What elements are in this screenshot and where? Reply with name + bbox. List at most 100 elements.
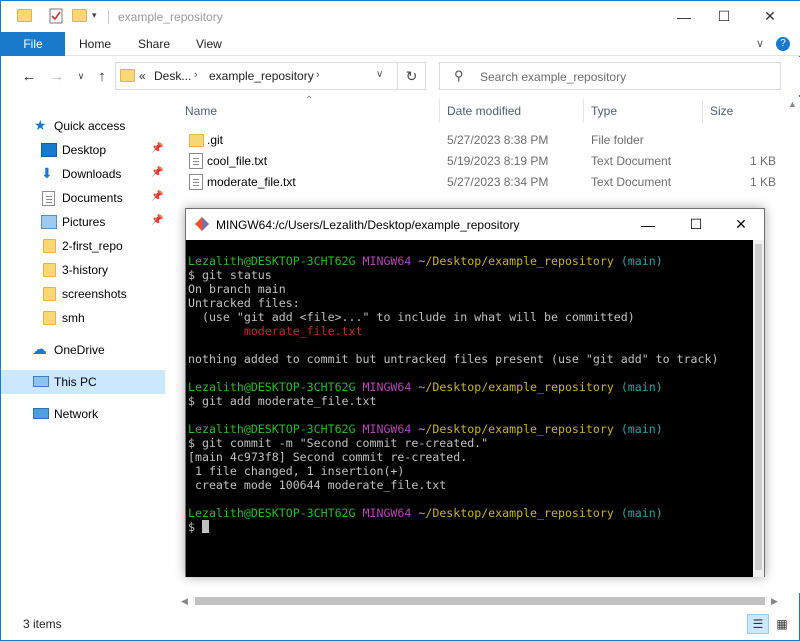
prompt-env: MINGW64 bbox=[362, 506, 412, 520]
sidebar-item-3-history[interactable]: 3-history bbox=[1, 258, 165, 282]
sidebar-item-onedrive[interactable]: ☁ OneDrive bbox=[1, 338, 165, 362]
sidebar-item-downloads[interactable]: ⬇ Downloads 📌 bbox=[1, 162, 165, 186]
file-row-moderate-file[interactable]: moderate_file.txt 5/27/2023 8:34 PM Text… bbox=[177, 171, 800, 192]
sidebar-item-this-pc[interactable]: This PC bbox=[1, 370, 165, 394]
prompt-branch: (main) bbox=[620, 422, 663, 436]
scroll-left-icon[interactable]: ◀ bbox=[181, 596, 188, 607]
chevron-down-icon[interactable]: ∨ bbox=[376, 69, 383, 80]
file-type: Text Document bbox=[591, 175, 672, 189]
window-title: example_repository bbox=[118, 10, 223, 24]
new-folder-icon[interactable] bbox=[72, 9, 87, 22]
sidebar-item-pictures[interactable]: Pictures 📌 bbox=[1, 210, 165, 234]
expand-ribbon-icon[interactable]: ∨ bbox=[756, 37, 764, 50]
pin-icon[interactable]: 📌 bbox=[151, 143, 163, 154]
forward-button[interactable]: → bbox=[47, 66, 67, 86]
scroll-up-icon[interactable]: ▲ bbox=[788, 99, 797, 109]
sidebar-item-label: Desktop bbox=[62, 143, 107, 157]
git-bash-terminal-window[interactable]: MINGW64:/c/Users/Lezalith/Desktop/exampl… bbox=[185, 208, 765, 577]
file-row-cool-file[interactable]: cool_file.txt 5/19/2023 8:19 PM Text Doc… bbox=[177, 150, 800, 171]
status-bar: 3 items ☰ ▦ bbox=[1, 610, 800, 640]
breadcrumb-overflow[interactable]: « bbox=[139, 69, 146, 83]
prompt-branch: (main) bbox=[620, 506, 663, 520]
sidebar-item-2-first-repo[interactable]: 2-first_repo bbox=[1, 234, 165, 258]
output-line: nothing added to commit but untracked fi… bbox=[188, 352, 719, 366]
sidebar-item-label: screenshots bbox=[62, 287, 127, 301]
terminal-output[interactable]: Lezalith@DESKTOP-3CHT62G MINGW64 ~/Deskt… bbox=[186, 240, 753, 577]
chevron-right-icon[interactable]: › bbox=[316, 69, 320, 81]
prompt-branch: (main) bbox=[620, 254, 663, 268]
sidebar-item-screenshots[interactable]: screenshots bbox=[1, 282, 165, 306]
prompt-line: Lezalith@DESKTOP-3CHT62G MINGW64 ~/Deskt… bbox=[186, 254, 753, 268]
output-line: (use "git add <file>..." to include in w… bbox=[188, 310, 635, 324]
folder-icon bbox=[43, 239, 56, 253]
terminal-minimize-button[interactable]: — bbox=[625, 209, 671, 240]
details-view-button[interactable]: ☰ bbox=[747, 614, 769, 634]
folder-icon bbox=[43, 311, 56, 325]
column-header-size[interactable]: Size bbox=[702, 97, 782, 125]
breadcrumb-desktop[interactable]: Desk... bbox=[154, 69, 191, 83]
network-icon bbox=[33, 408, 49, 419]
input-line[interactable]: $ bbox=[186, 520, 753, 534]
terminal-scrollbar[interactable] bbox=[753, 240, 764, 577]
sidebar-item-network[interactable]: Network bbox=[1, 402, 165, 426]
output-line: Untracked files: bbox=[188, 296, 300, 310]
sidebar-item-label: OneDrive bbox=[54, 343, 105, 357]
column-header-type[interactable]: Type bbox=[583, 97, 702, 125]
properties-icon[interactable] bbox=[48, 8, 64, 24]
prompt-user: Lezalith@DESKTOP-3CHT62G bbox=[188, 254, 356, 268]
help-icon[interactable]: ? bbox=[776, 37, 790, 51]
ribbon: File Home Share View ∨ ? bbox=[1, 32, 800, 56]
search-placeholder: Search example_repository bbox=[480, 70, 627, 84]
folder-icon bbox=[189, 134, 204, 147]
horizontal-scrollbar[interactable]: ◀ ▶ bbox=[177, 593, 784, 610]
pin-icon[interactable]: 📌 bbox=[151, 191, 163, 202]
file-name: .git bbox=[207, 133, 224, 147]
prompt-path: ~/Desktop/example_repository bbox=[418, 254, 614, 268]
sidebar-item-label: Documents bbox=[62, 191, 123, 205]
scrollbar-thumb[interactable] bbox=[755, 244, 762, 570]
folder-icon bbox=[120, 69, 135, 82]
scroll-right-icon[interactable]: ▶ bbox=[771, 596, 778, 607]
close-button[interactable]: ✕ bbox=[747, 1, 793, 32]
breadcrumb-example-repository[interactable]: example_repository bbox=[209, 69, 314, 83]
folder-icon[interactable] bbox=[17, 9, 32, 22]
documents-icon bbox=[42, 191, 55, 206]
up-button[interactable]: ↑ bbox=[92, 66, 112, 86]
search-icon: ⚲ bbox=[454, 68, 464, 83]
text-file-icon bbox=[189, 174, 203, 190]
prompt-path: ~/Desktop/example_repository bbox=[418, 422, 614, 436]
terminal-maximize-button[interactable]: ☐ bbox=[673, 209, 719, 240]
prompt-user: Lezalith@DESKTOP-3CHT62G bbox=[188, 422, 356, 436]
sidebar-item-desktop[interactable]: Desktop 📌 bbox=[1, 138, 165, 162]
sidebar-item-label: 2-first_repo bbox=[62, 239, 123, 253]
tab-share[interactable]: Share bbox=[138, 32, 170, 56]
large-icons-view-button[interactable]: ▦ bbox=[771, 614, 793, 634]
chevron-right-icon[interactable]: › bbox=[194, 69, 198, 81]
maximize-button[interactable]: ☐ bbox=[701, 1, 747, 32]
tab-view[interactable]: View bbox=[196, 32, 222, 56]
sidebar-item-smh[interactable]: smh bbox=[1, 306, 165, 330]
pin-icon[interactable]: 📌 bbox=[151, 215, 163, 226]
star-icon: ★ bbox=[34, 117, 47, 133]
command-line: $ git add moderate_file.txt bbox=[188, 394, 377, 408]
vertical-scrollbar[interactable]: ▲ bbox=[784, 97, 800, 593]
sidebar-item-label: 3-history bbox=[62, 263, 109, 277]
terminal-close-button[interactable]: ✕ bbox=[718, 209, 764, 240]
search-input[interactable]: ⚲ Search example_repository bbox=[439, 62, 781, 90]
back-button[interactable]: ← bbox=[19, 66, 39, 86]
pin-icon[interactable]: 📌 bbox=[151, 167, 163, 178]
tab-home[interactable]: Home bbox=[79, 32, 111, 56]
tab-file[interactable]: File bbox=[1, 32, 65, 56]
file-row-git[interactable]: .git 5/27/2023 8:38 PM File folder bbox=[177, 129, 800, 150]
cloud-icon: ☁ bbox=[32, 341, 47, 358]
sidebar-item-quick-access[interactable]: ★ Quick access bbox=[1, 114, 165, 138]
sidebar-item-documents[interactable]: Documents 📌 bbox=[1, 186, 165, 210]
column-header-date-modified[interactable]: Date modified bbox=[439, 97, 583, 125]
recent-locations-button[interactable]: ∨ bbox=[71, 66, 91, 86]
customize-quick-access-icon[interactable]: ▾ bbox=[92, 10, 108, 26]
address-bar[interactable]: « Desk... › example_repository › ∨ bbox=[115, 62, 398, 90]
refresh-button[interactable]: ↻ bbox=[398, 62, 426, 90]
sidebar-item-label: Downloads bbox=[62, 167, 122, 181]
scrollbar-thumb[interactable] bbox=[195, 597, 765, 605]
navigation-bar: ← → ∨ ↑ « Desk... › example_repository ›… bbox=[1, 57, 800, 95]
